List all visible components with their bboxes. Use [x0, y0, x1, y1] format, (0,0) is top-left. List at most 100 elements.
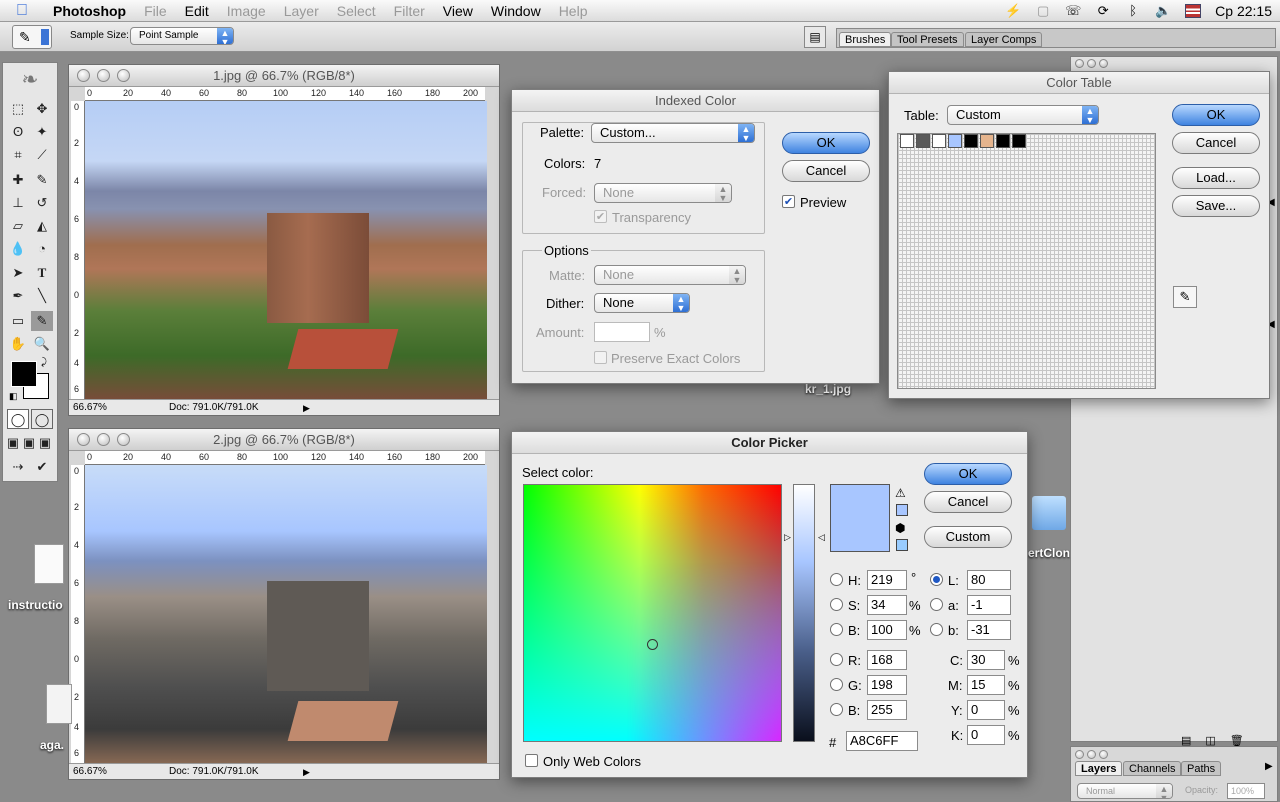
doc2-status-arrow-icon[interactable]: ▶ — [303, 764, 310, 779]
opacity-field[interactable]: 100% — [1227, 783, 1265, 799]
gamut-swatch[interactable] — [896, 504, 908, 516]
doc1-status-arrow-icon[interactable]: ▶ — [303, 400, 310, 415]
only-web-colors-checkbox[interactable] — [525, 754, 538, 767]
color-table-swatch[interactable] — [932, 134, 946, 148]
lab-b-radio[interactable] — [930, 623, 943, 636]
color-table-swatch[interactable] — [900, 134, 914, 148]
screen-mode-full-icon[interactable]: ▣ — [37, 433, 53, 453]
palette-well-icon[interactable]: ▤ — [804, 26, 826, 48]
color-table-load-button[interactable]: Load... — [1172, 167, 1260, 189]
palette-minimize-button[interactable] — [1087, 750, 1096, 759]
palette-close-button[interactable] — [1075, 59, 1084, 68]
color-table-swatch[interactable] — [1012, 134, 1026, 148]
doc1-title-bar[interactable]: 1.jpg @ 66.7% (RGB/8*) — [69, 65, 499, 87]
y-field[interactable]: 0 — [967, 700, 1005, 720]
eyedropper-tool-preset[interactable]: ✎ — [12, 25, 52, 49]
bucket-tool-icon[interactable]: ◭ — [31, 216, 53, 236]
indexed-cancel-button[interactable]: Cancel — [782, 160, 870, 182]
color-table-ok-button[interactable]: OK — [1172, 104, 1260, 126]
zoom-button[interactable] — [117, 69, 130, 82]
r-field[interactable]: 168 — [867, 650, 907, 670]
type-tool-icon[interactable]: T — [31, 263, 53, 283]
color-table-swatch[interactable] — [916, 134, 930, 148]
doc2-zoom-level[interactable]: 66.67% — [73, 764, 107, 779]
gamut-warning-icon[interactable]: ⚠ — [895, 486, 906, 500]
palette-close-button[interactable] — [1075, 750, 1084, 759]
brush-tool-icon[interactable]: ✎ — [31, 170, 53, 190]
l-field[interactable]: 80 — [967, 570, 1011, 590]
stamp-tool-icon[interactable]: ⊥ — [7, 193, 29, 213]
screen-mode-menubar-icon[interactable]: ▣ — [21, 433, 37, 453]
c-field[interactable]: 30 — [967, 650, 1005, 670]
tab-paths[interactable]: Paths — [1181, 761, 1222, 776]
s-field[interactable]: 34 — [867, 595, 907, 615]
eyedropper-icon[interactable]: ✎ — [1173, 286, 1197, 308]
close-button[interactable] — [77, 433, 90, 446]
sample-size-select[interactable]: Point Sample ▲ ▼ — [130, 27, 234, 45]
blend-mode-select[interactable]: Normal ▲ ▼ — [1077, 783, 1173, 799]
tab-tool-presets[interactable]: Tool Presets — [891, 32, 964, 47]
minimize-button[interactable] — [97, 69, 110, 82]
color-field-marker[interactable] — [647, 639, 658, 650]
lab-b-field[interactable]: -31 — [967, 620, 1011, 640]
slider-left-arrow-icon[interactable]: ▷ — [784, 532, 791, 543]
hex-field[interactable]: A8C6FF — [846, 731, 918, 751]
palette-minimize-button[interactable] — [1087, 59, 1096, 68]
color-table-swatch[interactable] — [980, 134, 994, 148]
swap-colors-icon[interactable]: ⤸ — [41, 357, 47, 368]
menu-help[interactable]: Help — [550, 0, 597, 22]
menu-image[interactable]: Image — [218, 0, 275, 22]
slider-right-arrow-icon[interactable]: ◁ — [818, 532, 825, 543]
menu-view[interactable]: View — [434, 0, 482, 22]
table-select[interactable]: Custom ▲ ▼ — [947, 105, 1099, 125]
crop-tool-icon[interactable]: ⌗ — [7, 145, 29, 165]
doc1-ruler-vertical[interactable]: 0 2 4 6 8 0 2 4 6 — [71, 101, 85, 401]
h-radio[interactable] — [830, 573, 843, 586]
zoom-button[interactable] — [117, 433, 130, 446]
doc2-ruler-horizontal[interactable]: 0 20 40 60 80 100 120 140 160 180 200 — [85, 451, 485, 465]
palette-menu-arrow-icon[interactable]: ▶ — [1265, 761, 1273, 772]
doc1-canvas[interactable] — [85, 101, 487, 401]
zoom-tool-icon[interactable]: 🔍 — [31, 334, 53, 354]
color-table-swatch[interactable] — [964, 134, 978, 148]
menu-edit[interactable]: Edit — [176, 0, 218, 22]
tab-channels[interactable]: Channels — [1123, 761, 1182, 776]
standard-mode-icon[interactable]: ◯ — [7, 409, 29, 429]
menu-select[interactable]: Select — [328, 0, 385, 22]
flag-icon[interactable] — [1185, 4, 1202, 18]
dodge-tool-icon[interactable]: ◔ — [31, 239, 53, 259]
healing-brush-tool-icon[interactable]: ✚ — [7, 170, 29, 190]
g-field[interactable]: 198 — [867, 675, 907, 695]
eyedropper-tool-icon[interactable]: ✎ — [31, 311, 53, 331]
web-safe-swatch[interactable] — [896, 539, 908, 551]
close-button[interactable] — [77, 69, 90, 82]
apple-icon[interactable]:  — [0, 2, 44, 20]
preserve-exact-checkbox[interactable] — [594, 351, 607, 364]
color-field[interactable] — [523, 484, 782, 742]
magic-wand-tool-icon[interactable]: ✦ — [31, 122, 53, 142]
menu-layer[interactable]: Layer — [275, 0, 328, 22]
slice-tool-icon[interactable]: ⟋ — [31, 145, 53, 165]
doc2-title-bar[interactable]: 2.jpg @ 66.7% (RGB/8*) — [69, 429, 499, 451]
preview-checkbox[interactable]: ✔ — [782, 195, 795, 208]
color-table-cancel-button[interactable]: Cancel — [1172, 132, 1260, 154]
tab-brushes[interactable]: Brushes — [839, 32, 892, 47]
color-picker-custom-button[interactable]: Custom — [924, 526, 1012, 548]
hand-tool-icon[interactable]: ✋ — [7, 334, 29, 354]
desktop-label-kr[interactable]: kr_1.jpg — [805, 382, 851, 396]
b-field[interactable]: 100 — [867, 620, 907, 640]
menu-file[interactable]: File — [135, 0, 176, 22]
doc1-ruler-horizontal[interactable]: 0 20 40 60 80 100 120 140 160 180 200 — [85, 87, 485, 101]
doc2-ruler-vertical[interactable]: 0 2 4 6 8 0 2 4 6 — [71, 465, 85, 765]
menu-window[interactable]: Window — [482, 0, 550, 22]
indexed-ok-button[interactable]: OK — [782, 132, 870, 154]
g-radio[interactable] — [830, 678, 843, 691]
dither-select[interactable]: None ▲ ▼ — [594, 293, 690, 313]
marquee-tool-icon[interactable]: ⬚ — [7, 99, 29, 119]
palette-zoom-button[interactable] — [1099, 750, 1108, 759]
color-slider[interactable] — [793, 484, 815, 742]
notes-tool-icon[interactable]: ▭ — [7, 311, 29, 331]
menu-filter[interactable]: Filter — [385, 0, 434, 22]
volume-icon[interactable]: 🔈 — [1155, 4, 1171, 18]
line-tool-icon[interactable]: ╲ — [31, 286, 53, 306]
